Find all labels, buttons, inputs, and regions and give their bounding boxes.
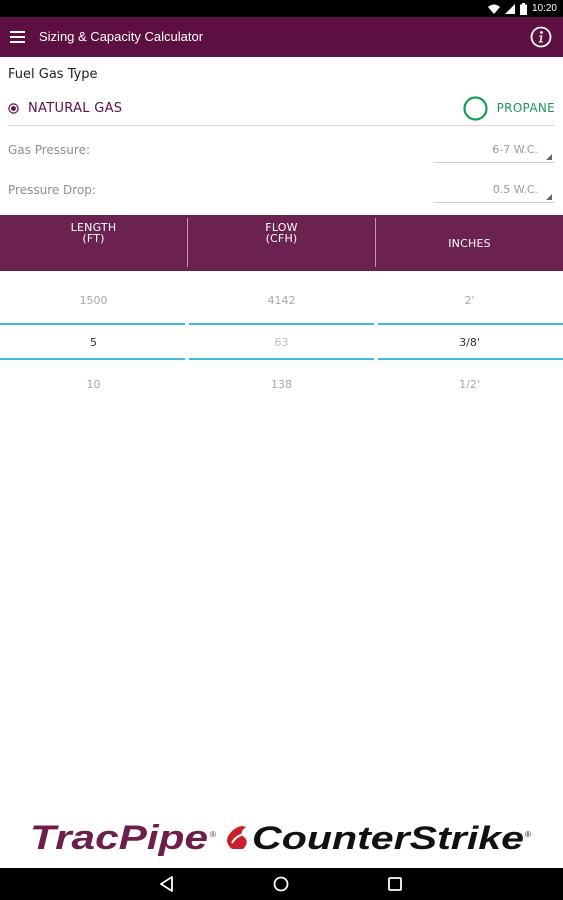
row-length-cell[interactable]: 10 (0, 378, 187, 391)
natural-gas-label: NATURAL GAS (28, 100, 123, 116)
status-icons: 10:20 (487, 2, 557, 15)
row-inches-cell[interactable]: 3/8' (376, 336, 563, 349)
pressure-drop-value: 0.5 W.C. (492, 183, 538, 196)
selection-line (0, 358, 185, 360)
home-icon[interactable] (272, 875, 290, 893)
battery-icon (519, 2, 527, 15)
dropdown-arrow-icon (546, 194, 552, 200)
header-flow-line2: (CFH) (265, 232, 298, 245)
table-header: LENGTH (FT) FLOW (CFH) INCHES (0, 215, 563, 271)
header-length: LENGTH (FT) (0, 215, 187, 271)
row-inches-cell[interactable]: 2' (376, 294, 563, 307)
info-icon[interactable] (530, 26, 552, 48)
navigation-bar (0, 868, 563, 900)
wifi-icon (487, 4, 500, 14)
selection-line (378, 323, 563, 325)
tracpipe-logo-text: TracPipe (30, 819, 208, 857)
gas-pressure-spinner[interactable]: 6-7 W.C. (434, 141, 554, 163)
propane-label: PROPANE (496, 101, 555, 115)
selection-line (0, 323, 185, 325)
row-flow-cell[interactable]: 63 (188, 336, 375, 349)
selection-line (189, 358, 374, 360)
fuel-gas-type-label: Fuel Gas Type (8, 67, 98, 82)
status-time: 10:20 (531, 3, 557, 14)
divider (8, 125, 555, 126)
pressure-drop-label: Pressure Drop: (8, 183, 96, 197)
row-inches-cell[interactable]: 1/2' (376, 378, 563, 391)
row-flow-cell[interactable]: 4142 (188, 294, 375, 307)
gas-pressure-label: Gas Pressure: (8, 143, 91, 157)
row-flow-cell[interactable]: 138 (188, 378, 375, 391)
counterstrike-logo-text: CounterStrike (252, 820, 524, 856)
svg-text:®: ® (210, 830, 216, 839)
back-icon[interactable] (158, 875, 176, 893)
header-inches-line1: INCHES (448, 237, 491, 250)
recents-icon[interactable] (386, 875, 404, 893)
selection-line (378, 358, 563, 360)
gas-pressure-value: 6-7 W.C. (492, 143, 538, 156)
row-length-cell[interactable]: 5 (0, 336, 187, 349)
natural-gas-radio[interactable]: NATURAL GAS (8, 97, 122, 119)
header-inches: INCHES (376, 215, 563, 271)
svg-text:®: ® (525, 830, 531, 839)
pressure-drop-spinner[interactable]: 0.5 W.C. (434, 181, 554, 203)
row-length-cell[interactable]: 1500 (0, 294, 187, 307)
radio-selected-icon (8, 102, 19, 114)
dropdown-arrow-icon (546, 154, 552, 160)
hamburger-menu-icon[interactable] (10, 29, 26, 45)
signal-icon (504, 3, 515, 14)
brand-logo: TracPipe ® CounterStrike ® (30, 819, 531, 857)
app-title: Sizing & Capacity Calculator (39, 29, 204, 44)
selection-line (189, 323, 374, 325)
flame-icon (227, 826, 249, 849)
header-flow: FLOW (CFH) (188, 215, 375, 271)
header-length-line2: (FT) (82, 232, 105, 245)
app-bar: Sizing & Capacity Calculator (0, 17, 563, 57)
status-bar: 10:20 (0, 0, 563, 17)
propane-radio[interactable]: PROPANE (463, 95, 555, 121)
radio-unselected-icon (463, 95, 488, 121)
